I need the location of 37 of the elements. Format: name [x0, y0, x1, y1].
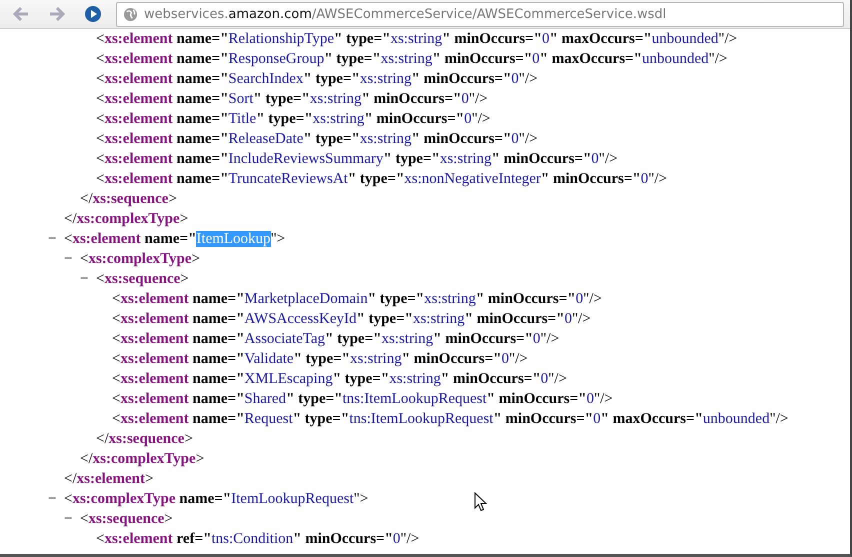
xml-tag: <xs:element name="AssociateTag" type="xs:string" minOccurs="0"/> — [112, 329, 560, 349]
xml-tag: <xs:element name="RelationshipType" type="xs:string" minOccurs="0" maxOccurs="unbounded"/> — [96, 29, 738, 49]
xml-tag: <xs:sequence> — [96, 269, 189, 289]
xml-tag: <xs:element name="SearchIndex" type="xs:string" minOccurs="0"/> — [96, 69, 538, 89]
xml-tag: <xs:element name="Sort" type="xs:string" minOccurs="0"/> — [96, 89, 488, 109]
xml-tag: <xs:element name="AWSAccessKeyId" type="xs:string" minOccurs="0"/> — [112, 309, 591, 329]
xml-tag: <xs:element name="ResponseGroup" type="xs:string" minOccurs="0" maxOccurs="unbounded"/> — [96, 49, 728, 69]
xml-closing-tag: </xs:complexType> — [64, 209, 188, 229]
xml-tag: <xs:element name="XMLEscaping" type="xs:string" minOccurs="0"/> — [112, 369, 567, 389]
xml-tag: <xs:element name="ReleaseDate" type="xs:string" minOccurs="0"/> — [96, 129, 538, 149]
play-circle-icon — [84, 5, 102, 23]
xml-tag: <xs:element name="MarketplaceDomain" type="xs:string" minOccurs="0"/> — [112, 289, 602, 309]
xml-tag: <xs:element name="ItemLookup"> — [64, 229, 286, 249]
collapse-toggle[interactable]: − — [80, 269, 92, 289]
globe-icon — [123, 6, 138, 22]
xml-closing-tag: </xs:sequence> — [80, 189, 177, 209]
xml-closing-tag: </xs:sequence> — [96, 429, 193, 449]
xml-tag: <xs:element name="Validate" type="xs:string" minOccurs="0"/> — [112, 349, 528, 369]
collapse-toggle[interactable]: − — [48, 489, 60, 509]
xml-tag: <xs:complexType> — [80, 249, 200, 269]
xml-tag: <xs:element name="Title" type="xs:string" minOccurs="0"/> — [96, 109, 490, 129]
collapse-toggle[interactable]: − — [64, 509, 76, 529]
xml-tag: <xs:element name="TruncateReviewsAt" type="xs:nonNegativeInteger" minOccurs="0"/> — [96, 169, 667, 189]
xml-tag: <xs:element name="IncludeReviewsSummary" type="xs:string" minOccurs="0"/> — [96, 149, 618, 169]
collapse-toggle[interactable]: − — [64, 249, 76, 269]
xml-tag: <xs:complexType name="ItemLookupRequest"> — [64, 489, 368, 509]
xml-tag: <xs:sequence> — [80, 509, 173, 529]
mouse-pointer-icon — [474, 492, 487, 512]
back-arrow-icon — [13, 7, 29, 21]
xml-closing-tag: </xs:element> — [64, 469, 154, 489]
collapse-toggle[interactable]: − — [48, 229, 60, 249]
xml-tag: <xs:element ref="tns:Condition" minOccurs="0"/> — [96, 529, 420, 549]
forward-arrow-icon — [49, 7, 65, 21]
xml-closing-tag: </xs:complexType> — [80, 449, 204, 469]
address-field[interactable]: webservices.amazon.com/AWSECommerceService/AWSECommerceService.wsdl — [116, 2, 844, 26]
xml-tag: <xs:element name="Request" type="tns:ItemLookupRequest" minOccurs="0" maxOccurs="unbounded"/> — [112, 409, 788, 429]
xml-tag: <xs:element name="Shared" type="tns:ItemLookupRequest" minOccurs="0"/> — [112, 389, 613, 409]
